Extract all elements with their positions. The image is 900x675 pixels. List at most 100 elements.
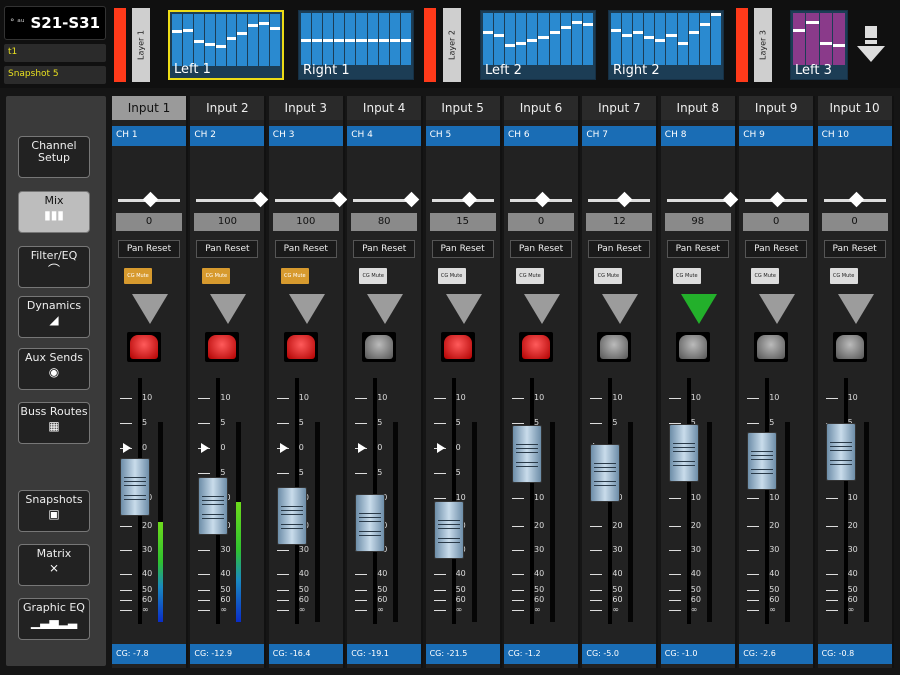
pan-knob[interactable] bbox=[534, 191, 551, 208]
pan-reset-button[interactable]: Pan Reset bbox=[510, 240, 572, 258]
pan-knob[interactable] bbox=[403, 191, 420, 208]
level-meter bbox=[471, 422, 477, 622]
pan-knob[interactable] bbox=[848, 191, 864, 208]
mix-thumb-right-1[interactable]: Right 1 bbox=[298, 10, 414, 80]
fader-cap[interactable] bbox=[276, 486, 307, 545]
cg-mute-button[interactable]: CG Mute bbox=[280, 268, 309, 284]
mute-button[interactable] bbox=[832, 332, 867, 362]
pan-slider[interactable] bbox=[666, 199, 729, 202]
mix-thumb-right-2[interactable]: Right 2 bbox=[608, 10, 724, 80]
fader-cap[interactable] bbox=[512, 425, 542, 483]
sidebar-dynamics-button[interactable]: Dynamics ◢ bbox=[18, 296, 90, 338]
mute-button[interactable] bbox=[127, 332, 161, 362]
down-arrow-icon[interactable] bbox=[856, 26, 886, 62]
channel-name-button[interactable]: Input 2 bbox=[190, 96, 265, 120]
select-triangle-icon[interactable] bbox=[445, 294, 482, 324]
pan-knob[interactable] bbox=[616, 191, 633, 208]
pan-reset-button[interactable]: Pan Reset bbox=[353, 240, 416, 258]
layer-tab[interactable]: Layer 2 bbox=[443, 8, 461, 82]
channel-name-button[interactable]: Input 9 bbox=[739, 96, 814, 120]
pan-knob[interactable] bbox=[769, 191, 786, 208]
sidebar-graphic-eq-button[interactable]: Graphic EQ ▁▃▅▂▃ bbox=[18, 598, 90, 640]
mix-level-bar bbox=[622, 13, 633, 65]
mix-thumb-left-3[interactable]: Left 3 bbox=[790, 10, 848, 80]
mute-button[interactable] bbox=[283, 332, 318, 362]
fader-cap[interactable] bbox=[590, 444, 621, 502]
select-triangle-icon[interactable] bbox=[602, 294, 639, 324]
pan-knob[interactable] bbox=[722, 191, 739, 208]
pan-knob[interactable] bbox=[253, 191, 269, 208]
cg-mute-button[interactable]: CG Mute bbox=[829, 268, 858, 284]
fader-cap[interactable] bbox=[747, 432, 778, 490]
select-triangle-icon[interactable] bbox=[210, 294, 247, 324]
show-name[interactable]: t1 bbox=[4, 44, 106, 62]
cg-mute-button[interactable]: CG Mute bbox=[437, 268, 466, 284]
pan-reset-button[interactable]: Pan Reset bbox=[118, 240, 180, 258]
pan-knob[interactable] bbox=[331, 191, 348, 208]
channel-name-button[interactable]: Input 8 bbox=[660, 96, 735, 120]
sidebar-snapshots-button[interactable]: Snapshots ▣ bbox=[18, 490, 90, 532]
cg-mute-button[interactable]: CG Mute bbox=[672, 268, 701, 284]
pan-knob[interactable] bbox=[142, 191, 159, 208]
fader-cap[interactable] bbox=[355, 494, 386, 553]
mix-thumb-left-1[interactable]: Left 1 bbox=[168, 10, 284, 80]
channel-name-button[interactable]: Input 6 bbox=[504, 96, 578, 120]
pan-slider[interactable] bbox=[196, 199, 259, 202]
select-triangle-icon[interactable] bbox=[759, 294, 796, 324]
channel-name-button[interactable]: Input 1 bbox=[112, 96, 186, 120]
select-triangle-icon[interactable] bbox=[680, 294, 717, 324]
fader-scale: 10505102030405060∞ bbox=[825, 378, 868, 624]
pan-reset-button[interactable]: Pan Reset bbox=[274, 240, 337, 258]
cg-mute-button[interactable]: CG Mute bbox=[516, 268, 544, 284]
channel-name-button[interactable]: Input 10 bbox=[817, 96, 892, 120]
layer-tab[interactable]: Layer 1 bbox=[132, 8, 150, 82]
select-triangle-icon[interactable] bbox=[837, 294, 874, 324]
cg-mute-button[interactable]: CG Mute bbox=[751, 268, 780, 284]
mute-button[interactable] bbox=[440, 332, 475, 362]
channel-name-button[interactable]: Input 3 bbox=[268, 96, 343, 120]
cg-mute-button[interactable]: CG Mute bbox=[124, 268, 152, 284]
fader-cap[interactable] bbox=[120, 458, 150, 516]
fader-cap[interactable] bbox=[198, 477, 229, 536]
channel-name-button[interactable]: Input 4 bbox=[347, 96, 422, 120]
channel-name-button[interactable]: Input 5 bbox=[425, 96, 500, 120]
pan-reset-button[interactable]: Pan Reset bbox=[666, 240, 729, 258]
sidebar-mix-button[interactable]: Mix ▮▮▮ bbox=[18, 191, 90, 233]
channel-name-button[interactable]: Input 7 bbox=[582, 96, 657, 120]
sidebar-matrix-button[interactable]: Matrix ⨯ bbox=[18, 544, 90, 586]
sidebar-aux-sends-button[interactable]: Aux Sends ◉ bbox=[18, 348, 90, 390]
mix-thumb-left-2[interactable]: Left 2 bbox=[480, 10, 596, 80]
cg-mute-button[interactable]: CG Mute bbox=[359, 268, 388, 284]
pan-knob[interactable] bbox=[461, 191, 477, 208]
mute-button[interactable] bbox=[597, 332, 632, 362]
sidebar-channel-setup-button[interactable]: Channel Setup bbox=[18, 136, 90, 178]
pan-reset-button[interactable]: Pan Reset bbox=[823, 240, 886, 258]
device-badge[interactable]: ° ᵃᵘ S21-S31 bbox=[4, 6, 106, 40]
current-snapshot[interactable]: Snapshot 5 bbox=[4, 66, 106, 84]
mute-button[interactable] bbox=[519, 332, 553, 362]
sidebar-buss-routes-button[interactable]: Buss Routes ▦ bbox=[18, 402, 90, 444]
fader-cap[interactable] bbox=[433, 500, 464, 559]
pan-reset-button[interactable]: Pan Reset bbox=[745, 240, 808, 258]
fader-cap[interactable] bbox=[668, 424, 699, 482]
mute-button[interactable] bbox=[205, 332, 240, 362]
select-triangle-icon[interactable] bbox=[132, 294, 168, 324]
pan-slider[interactable] bbox=[274, 199, 337, 202]
mute-button[interactable] bbox=[675, 332, 710, 362]
pan-reset-button[interactable]: Pan Reset bbox=[431, 240, 494, 258]
pan-reset-button[interactable]: Pan Reset bbox=[196, 240, 259, 258]
mute-button[interactable] bbox=[362, 332, 397, 362]
scale-tick bbox=[747, 398, 760, 399]
layer-tab[interactable]: Layer 3 bbox=[754, 8, 772, 82]
fader-cap[interactable] bbox=[825, 423, 856, 481]
scale-tick bbox=[198, 600, 211, 601]
select-triangle-icon[interactable] bbox=[288, 294, 325, 324]
mute-button[interactable] bbox=[754, 332, 789, 362]
cg-mute-button[interactable]: CG Mute bbox=[594, 268, 623, 284]
select-triangle-icon[interactable] bbox=[524, 294, 560, 324]
scale-label: 10 bbox=[534, 493, 545, 502]
cg-mute-button[interactable]: CG Mute bbox=[202, 268, 231, 284]
sidebar-filter-eq-button[interactable]: Filter/EQ ⌒ bbox=[18, 246, 90, 288]
select-triangle-icon[interactable] bbox=[367, 294, 404, 324]
pan-reset-button[interactable]: Pan Reset bbox=[588, 240, 651, 258]
